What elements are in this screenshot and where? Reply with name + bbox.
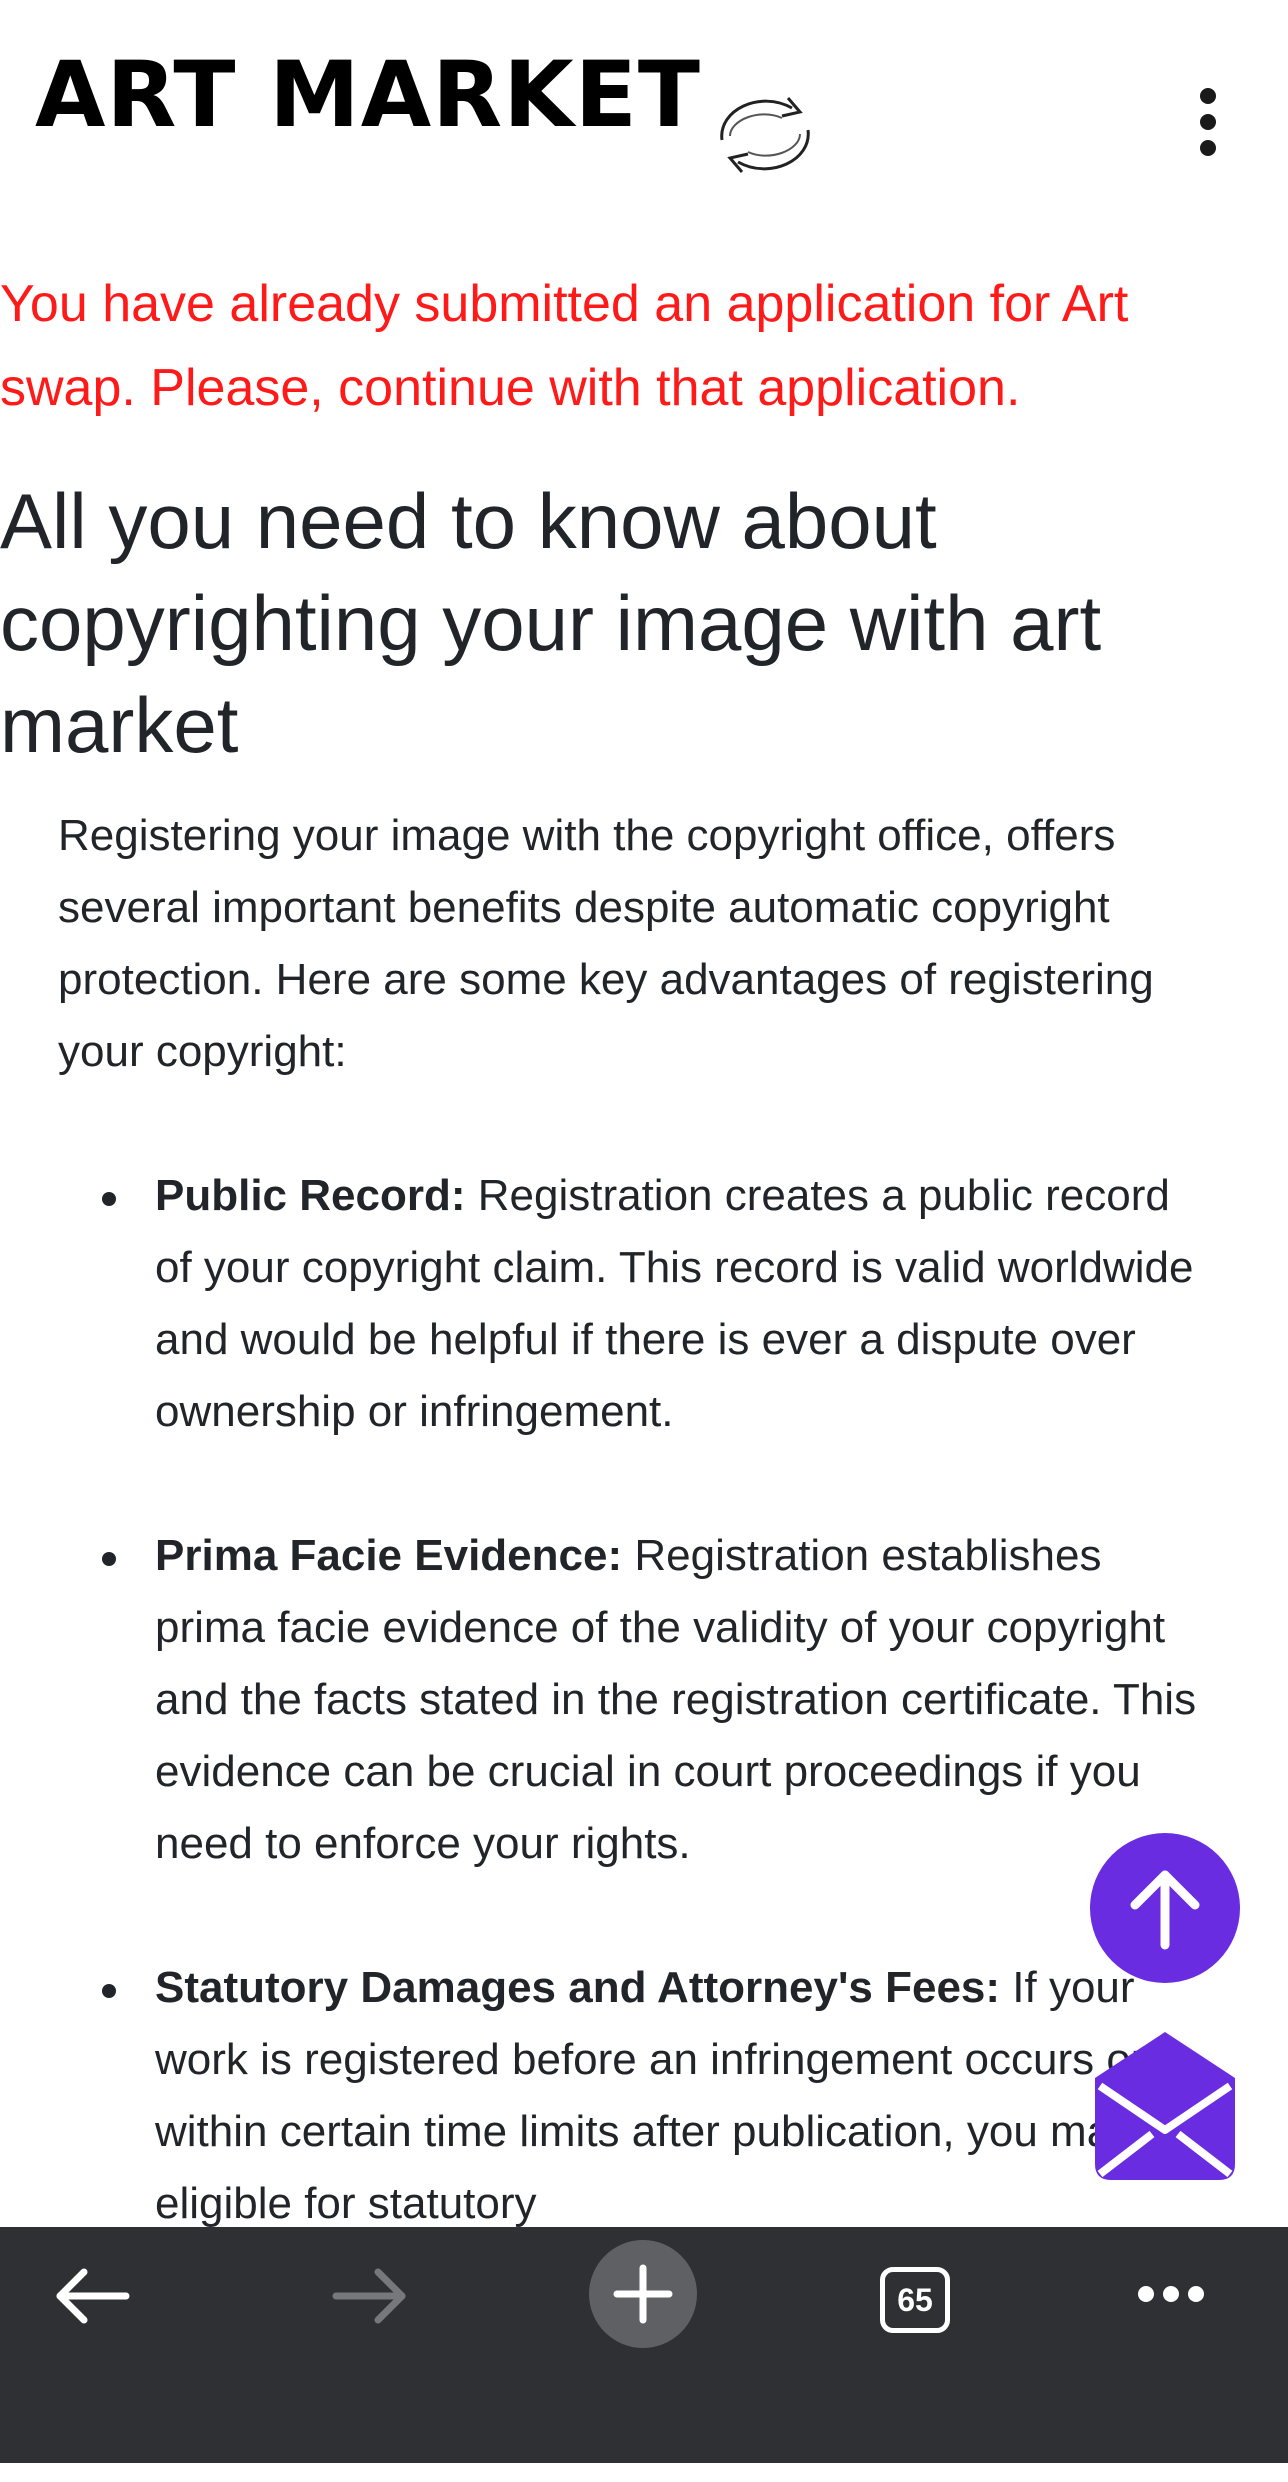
home-indicator bbox=[412, 2467, 875, 2482]
more-horizontal-icon[interactable] bbox=[1120, 2227, 1230, 2367]
list-item: Prima Facie Evidence: Registration estab… bbox=[98, 1520, 1218, 1880]
list-item: Public Record: Registration creates a pu… bbox=[98, 1160, 1218, 1448]
forward-button[interactable] bbox=[312, 2227, 422, 2367]
application-alert: You have already submitted an applicatio… bbox=[0, 275, 1129, 417]
benefits-list: Public Record: Registration creates a pu… bbox=[98, 1160, 1218, 2312]
scroll-to-top-button[interactable] bbox=[1090, 1833, 1240, 1983]
list-item: Statutory Damages and Attorney's Fees: I… bbox=[98, 1952, 1218, 2240]
article-heading: All you need to know about copyrighting … bbox=[0, 477, 1102, 769]
site-logo[interactable]: ART MARKET bbox=[35, 50, 701, 141]
back-arrow-icon bbox=[56, 2268, 130, 2324]
forward-arrow-icon bbox=[332, 2268, 406, 2324]
mail-button[interactable] bbox=[1090, 2030, 1240, 2180]
app-header: ART MARKET bbox=[0, 0, 1288, 230]
swap-icon[interactable] bbox=[700, 80, 830, 190]
more-vertical-icon[interactable] bbox=[1180, 80, 1236, 164]
browser-toolbar: 65 bbox=[0, 2227, 1288, 2482]
arrow-up-icon bbox=[1130, 1870, 1200, 1950]
article-intro: Registering your image with the copyrigh… bbox=[58, 811, 1154, 1076]
back-button[interactable] bbox=[40, 2227, 150, 2367]
benefit-title: Prima Facie Evidence: bbox=[155, 1531, 623, 1580]
plus-icon bbox=[589, 2240, 697, 2348]
mail-icon bbox=[1095, 2032, 1235, 2180]
benefit-text: Registration establishes prima facie evi… bbox=[155, 1531, 1197, 1868]
benefit-title: Statutory Damages and Attorney's Fees: bbox=[155, 1963, 1001, 2012]
new-tab-button[interactable] bbox=[588, 2227, 698, 2367]
tabs-icon[interactable]: 65 bbox=[880, 2267, 950, 2333]
benefit-title: Public Record: bbox=[155, 1171, 466, 1220]
